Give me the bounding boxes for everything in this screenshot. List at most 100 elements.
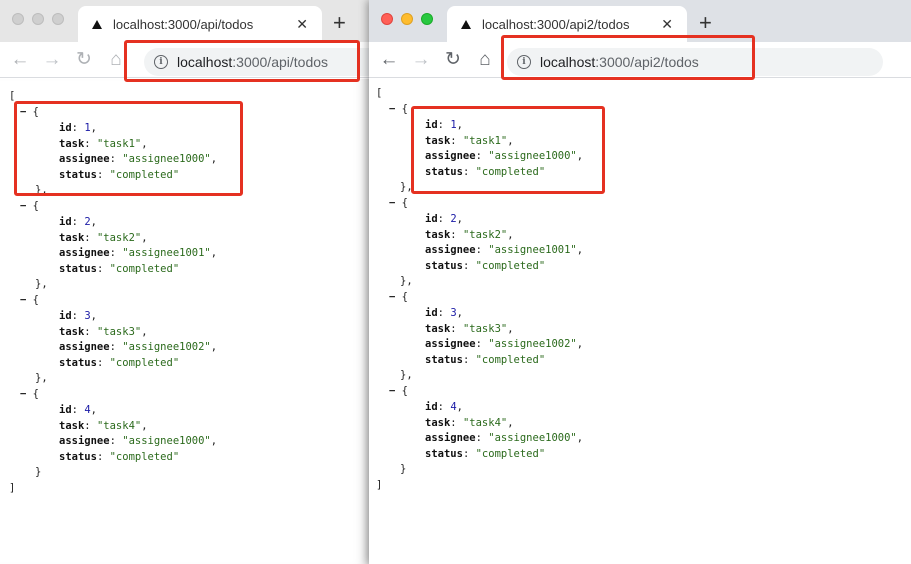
json-field-status: status: "completed" [425,259,546,272]
quote: " [172,356,180,369]
json-value-id: 4 [84,404,91,416]
json-field-status: status: "completed" [425,353,546,366]
forward-button[interactable]: → [40,42,64,78]
json-value-id: 2 [450,213,457,225]
json-value-status: completed [115,262,173,275]
json-field-status: status: "completed" [59,262,180,275]
json-key: assignee [59,341,110,353]
brace-open: { [32,387,39,400]
json-object-close: }, [400,369,413,381]
json-object-open: − { [389,290,408,306]
json-value-id: 2 [84,216,91,228]
collapse-toggle[interactable]: − [20,294,26,306]
minimize-window-button[interactable] [401,13,413,25]
json-field-assignee: assignee: "assignee1000", [59,435,218,447]
collapse-toggle[interactable]: − [389,103,395,115]
reload-button[interactable]: ↻ [441,42,465,78]
json-field-task: task: "task3", [59,325,148,338]
json-value-task: task3 [469,322,501,335]
json-key: task [59,419,85,432]
json-close-bracket: ] [376,478,382,494]
json-field-task: task: "task4", [425,416,514,429]
highlight-box-first-item [14,101,243,196]
close-window-button[interactable] [12,13,24,25]
quote: " [134,419,142,432]
json-key: assignee [425,338,476,350]
json-value-assignee: assignee1002 [128,341,205,353]
json-object-close: } [400,462,406,478]
json-object-close: } [35,465,41,481]
zoom-window-button[interactable] [421,13,433,25]
back-button[interactable]: ← [8,42,32,78]
collapse-toggle[interactable]: − [20,200,26,212]
window-controls [12,13,64,25]
json-key: task [425,228,451,241]
brace-open: { [401,290,408,303]
collapse-toggle[interactable]: − [20,388,26,400]
json-key: assignee [425,244,476,256]
json-value-assignee: assignee1001 [494,244,571,256]
json-value-assignee: assignee1002 [494,338,571,350]
quote: " [204,247,211,259]
json-object-close: }, [400,275,413,287]
json-object-open: − { [20,387,39,403]
zoom-window-button[interactable] [52,13,64,25]
json-field-status: status: "completed" [59,356,180,369]
tab-title: localhost:3000/api2/todos [482,16,630,32]
quote: " [538,447,546,460]
json-value-task: task4 [469,416,501,429]
json-key: assignee [59,435,110,447]
json-object-open: − { [389,102,408,118]
triangle-favicon-icon [461,19,471,29]
brace-open: { [401,102,408,115]
json-key: id [425,401,438,413]
json-value-assignee: assignee1001 [128,247,205,259]
json-object-open: − { [389,384,408,400]
highlight-box-first-item [411,106,605,194]
collapse-toggle[interactable]: − [389,385,395,397]
brace-close: } [35,466,42,478]
quote: " [204,435,211,447]
collapse-toggle[interactable]: − [389,291,395,303]
json-object-open: − { [389,196,408,212]
quote: " [570,338,577,350]
json-object-open: − { [20,293,39,309]
json-key: status [59,356,97,369]
close-tab-icon[interactable]: ✕ [296,14,308,34]
minimize-window-button[interactable] [32,13,44,25]
tab-active[interactable]: localhost:3000/api/todos ✕ [78,6,322,42]
json-key: id [425,213,438,225]
brace-close: } [400,463,407,475]
json-field-status: status: "completed" [59,450,180,463]
json-key: id [59,310,72,322]
highlight-box-url [124,40,360,82]
bracket: ] [376,478,383,491]
quote: " [134,325,142,338]
json-value-id: 3 [450,307,457,319]
collapse-toggle[interactable]: − [389,197,395,209]
json-value-task: task2 [103,231,135,244]
json-field-id: id: 3, [59,310,97,322]
json-field-assignee: assignee: "assignee1001", [425,244,584,256]
json-value-task: task4 [103,419,135,432]
json-object-open: − { [20,199,39,215]
json-key: status [59,450,97,463]
back-button[interactable]: ← [377,42,401,78]
home-button[interactable]: ⌂ [473,42,497,78]
brace-open: { [32,199,39,212]
forward-button[interactable]: → [409,42,433,78]
json-field-task: task: "task2", [59,231,148,244]
json-field-id: id: 4, [59,404,97,416]
json-field-assignee: assignee: "assignee1002", [425,338,584,350]
json-key: status [425,259,463,272]
new-tab-button[interactable]: + [699,12,712,34]
new-tab-button[interactable]: + [333,12,346,34]
json-field-assignee: assignee: "assignee1000", [425,432,584,444]
close-tab-icon[interactable]: ✕ [661,14,673,34]
reload-button[interactable]: ↻ [72,42,96,78]
brace-close: } [400,275,407,287]
json-key: id [59,404,72,416]
quote: " [570,244,577,256]
close-window-button[interactable] [381,13,393,25]
brace-close: } [35,372,42,384]
